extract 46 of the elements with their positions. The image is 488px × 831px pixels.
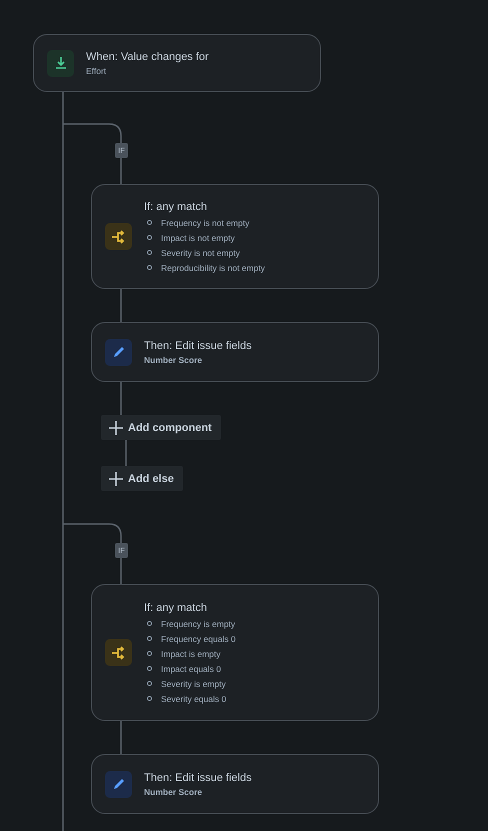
branch-icon bbox=[105, 639, 132, 666]
trigger-subtitle: Effort bbox=[86, 66, 108, 76]
trigger-title: When: Value changes for bbox=[86, 50, 209, 62]
condition-text: Frequency is empty bbox=[161, 618, 236, 628]
pencil-icon bbox=[105, 770, 132, 798]
download-icon bbox=[47, 50, 74, 76]
bullet-icon bbox=[147, 265, 152, 270]
condition-text: Impact is empty bbox=[161, 648, 221, 658]
add-button[interactable]: Add else bbox=[101, 466, 183, 491]
bullet-icon bbox=[147, 220, 152, 225]
connector-line bbox=[120, 721, 122, 754]
action-subtitle: Number Score bbox=[144, 354, 204, 364]
plus-icon bbox=[109, 420, 123, 434]
action-card[interactable]: Then: Edit issue fields Number Score bbox=[91, 322, 379, 382]
condition-card[interactable]: If: any match Frequency is not empty Impact is not empty Severity is not empty Reproducibility is not empty bbox=[91, 184, 379, 289]
connector-line bbox=[120, 382, 122, 415]
connector-line bbox=[125, 440, 127, 466]
bullet-icon bbox=[147, 250, 152, 255]
bullet-icon bbox=[147, 696, 152, 701]
action-card[interactable]: Then: Edit issue fields Number Score bbox=[91, 754, 379, 814]
condition-text: Impact equals 0 bbox=[161, 664, 222, 674]
bullet-icon bbox=[147, 235, 152, 240]
condition-text: Severity is not empty bbox=[161, 248, 240, 258]
branch-icon bbox=[105, 223, 132, 250]
bullet-icon bbox=[147, 651, 152, 656]
condition-text: Severity equals 0 bbox=[161, 694, 226, 704]
condition-text: Reproducibility is not empty bbox=[161, 262, 265, 272]
plus-icon bbox=[109, 472, 123, 486]
bullet-icon bbox=[147, 666, 152, 671]
action-title: Then: Edit issue fields bbox=[144, 340, 252, 352]
bullet-icon bbox=[147, 621, 152, 626]
condition-card[interactable]: If: any match Frequency is empty Frequency equals 0 Impact is empty Impact equals 0 Severity is empty Severity equals 0 bbox=[91, 584, 379, 721]
condition-text: Frequency is not empty bbox=[161, 218, 250, 228]
action-title: Then: Edit issue fields bbox=[144, 772, 252, 784]
bullet-icon bbox=[147, 636, 152, 641]
bullet-icon bbox=[147, 681, 152, 686]
condition-text: Severity is empty bbox=[161, 678, 226, 688]
add-button[interactable]: Add component bbox=[101, 415, 221, 440]
action-subtitle: Number Score bbox=[144, 786, 204, 796]
pencil-icon bbox=[105, 338, 132, 366]
trigger-card[interactable]: When: Value changes for Effort bbox=[33, 34, 321, 92]
condition-title: If: any match bbox=[144, 200, 208, 212]
connector-line bbox=[120, 289, 122, 322]
condition-text: Frequency equals 0 bbox=[161, 634, 236, 644]
condition-text: Impact is not empty bbox=[161, 232, 235, 242]
condition-title: If: any match bbox=[144, 602, 208, 614]
